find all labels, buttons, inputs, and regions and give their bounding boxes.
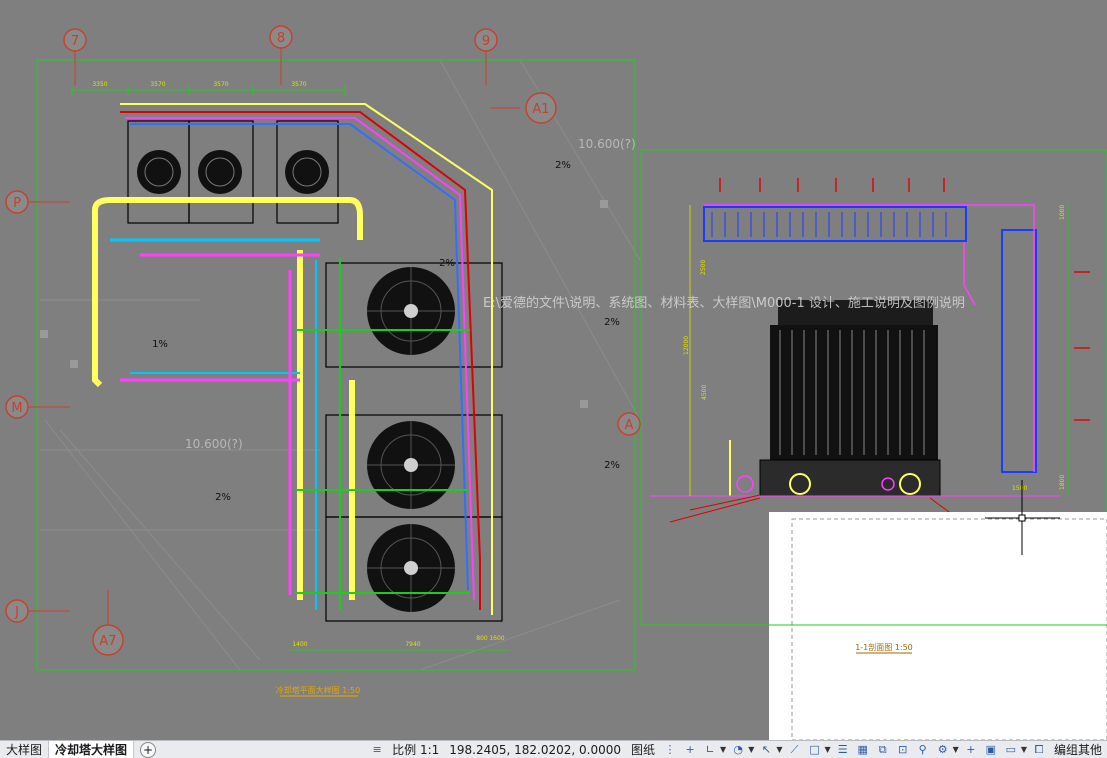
units-icon[interactable]: ⚲ <box>916 743 930 757</box>
dim-top-3: 3570 <box>213 81 228 88</box>
clean-screen-icon[interactable]: ⧠ <box>1032 743 1046 757</box>
grid-bubble-a: A <box>625 418 634 433</box>
plan-title: 冷却塔平面大样图 1:50 <box>276 685 361 695</box>
dim-right-5: 1800 <box>1059 475 1066 490</box>
elevation-label-1: 10.600(?) <box>578 137 636 151</box>
dim-top-1: 3350 <box>92 81 107 88</box>
slope-label-3: 2% <box>604 317 620 328</box>
dim-right-2: 2500 <box>700 260 707 275</box>
slope-label-2: 2% <box>439 258 455 269</box>
dim-section-bottom: 1500 <box>1012 485 1027 492</box>
object-snap-tracking-icon[interactable]: ⟋ <box>788 743 802 757</box>
slope-label-4: 2% <box>604 460 620 471</box>
dim-top-4: 3570 <box>291 81 306 88</box>
grid-bubble-9: 9 <box>482 34 490 49</box>
scale-indicator[interactable]: 比例 1:1 <box>387 741 444 758</box>
dim-top-2: 3570 <box>150 81 165 88</box>
hardware-acceleration-icon[interactable]: ▣ <box>984 743 998 757</box>
coordinate-readout: 198.2405, 182.0202, 0.0000 <box>449 742 622 757</box>
status-bar: 大样图 冷却塔大样图 + ≡ 比例 1:1 198.2405, 182.0202… <box>0 740 1107 758</box>
polar-dropdown-icon[interactable]: ▼ <box>748 745 754 754</box>
polar-tracking-icon[interactable]: ◔ <box>731 743 745 757</box>
tab-cooling-tower-detail[interactable]: 冷却塔大样图 <box>49 741 135 758</box>
file-path-tooltip: E:\爱德的文件\说明、系统图、材料表、大样图\M000-1 设计、施工说明及图… <box>483 296 965 311</box>
elevation-label-2: 10.600(?) <box>185 437 243 451</box>
annotation-monitor-icon[interactable]: ⊡ <box>896 743 910 757</box>
dim-right-1: 1000 <box>1059 205 1066 220</box>
menu-drag-icon[interactable]: ≡ <box>370 743 384 757</box>
grid-bubble-7: 7 <box>71 34 79 49</box>
drawing-canvas[interactable]: 7 8 9 A1 P M J A7 A 3350 3570 3570 3570 <box>0 0 1107 740</box>
slope-label-1: 2% <box>555 160 571 171</box>
selection-cycling-icon[interactable]: ⧉ <box>876 743 890 757</box>
paper-model-toggle[interactable]: 图纸 <box>626 741 660 758</box>
grid-bubble-8: 8 <box>277 31 285 46</box>
dim-right-3: 12000 <box>683 336 690 355</box>
grid-bubble-a1: A1 <box>532 102 549 117</box>
object-snap-dropdown-icon[interactable]: ▼ <box>825 745 831 754</box>
plus-icon[interactable]: + <box>964 743 978 757</box>
grid-bubble-m: M <box>11 401 22 416</box>
isolate-objects-icon[interactable]: ▭ <box>1004 743 1018 757</box>
lineweight-icon[interactable]: ☰ <box>836 743 850 757</box>
slope-label-6: 1% <box>152 339 168 350</box>
tab-previous-drawing[interactable]: 大样图 <box>0 741 50 758</box>
grid-bubble-a7: A7 <box>99 634 116 649</box>
grid-snap-icon[interactable]: ⋮ <box>663 743 677 757</box>
dim-right-4: 4500 <box>701 385 708 400</box>
group-other-label[interactable]: 编组其他 <box>1049 741 1107 758</box>
isodraft-icon[interactable]: ↖ <box>759 743 773 757</box>
slope-label-5: 2% <box>215 492 231 503</box>
cad-drawing: 7 8 9 A1 P M J A7 A 3350 3570 3570 3570 <box>5 25 1107 740</box>
isodraft-dropdown-icon[interactable]: ▼ <box>776 745 782 754</box>
section-title: 1-1剖面图 1:50 <box>855 642 913 652</box>
transparency-icon[interactable]: ▦ <box>856 743 870 757</box>
object-snap-icon[interactable]: □ <box>808 743 822 757</box>
ortho-icon[interactable]: ∟ <box>703 743 717 757</box>
dim-bottom-4: 1600 <box>489 635 504 642</box>
quick-properties-icon[interactable]: ⚙ <box>936 743 950 757</box>
infer-icon[interactable]: + <box>683 743 697 757</box>
grid-bubble-p: P <box>13 196 21 211</box>
add-tab-button[interactable]: + <box>140 741 157 758</box>
dim-bottom-2: 7940 <box>405 641 420 648</box>
dim-bottom-3: 800 <box>476 635 488 642</box>
isolate-dropdown-icon[interactable]: ▼ <box>1021 745 1027 754</box>
ortho-dropdown-icon[interactable]: ▼ <box>720 745 726 754</box>
grid-bubble-j: J <box>14 605 19 620</box>
quick-properties-dropdown-icon[interactable]: ▼ <box>953 745 959 754</box>
dim-bottom-1: 1400 <box>292 641 307 648</box>
